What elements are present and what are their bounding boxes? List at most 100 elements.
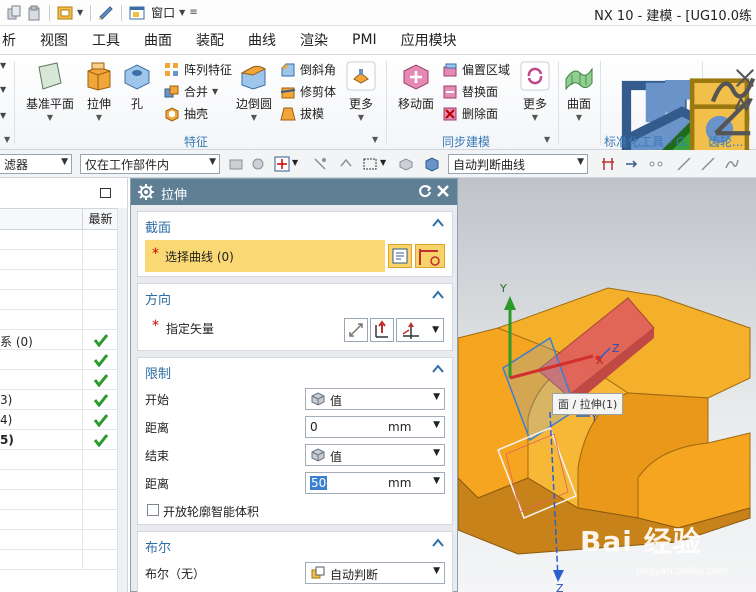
chevron-down-icon[interactable]: ▼ — [433, 420, 440, 430]
menu-pmi[interactable]: PMI — [340, 32, 389, 48]
table-row[interactable] — [0, 510, 118, 530]
unite-button[interactable]: 合并 ▼ — [164, 83, 218, 100]
select-by-name-icon[interactable] — [312, 156, 328, 172]
part-navigator-icon[interactable] — [57, 5, 73, 21]
menu-assembly[interactable]: 装配 — [184, 30, 236, 50]
navigator-scrollbar[interactable] — [117, 208, 127, 592]
close-icon[interactable] — [435, 183, 451, 199]
trim-body-button[interactable]: 修剪体 — [280, 83, 336, 100]
table-row[interactable] — [0, 470, 118, 490]
vector-type-dropdown[interactable]: ▼ — [396, 318, 444, 342]
select-curve-row[interactable]: * 选择曲线 (0) — [145, 240, 385, 272]
maximize-icon[interactable] — [100, 188, 111, 198]
delete-face-button[interactable]: 删除面 — [442, 105, 498, 122]
move-face-button[interactable]: 移动面 — [398, 61, 434, 112]
datum-plane-button[interactable]: 基准平面 ▼ — [26, 61, 74, 122]
start-type-dropdown[interactable]: 值 ▼ — [305, 388, 445, 410]
clipped-dropdown[interactable]: ▼ — [0, 61, 6, 70]
vector-dialog-button[interactable] — [370, 318, 394, 342]
chevron-down-icon[interactable]: ▼ — [292, 158, 308, 174]
more-sync-button[interactable]: 更多 ▼ — [520, 61, 550, 122]
section-title-direction[interactable]: 方向 — [145, 289, 171, 308]
window-icon[interactable] — [129, 5, 145, 21]
start-distance-input[interactable]: 0 mm ▼ — [305, 416, 445, 438]
collapse-icon[interactable] — [432, 538, 444, 548]
chain-icon[interactable] — [648, 156, 664, 172]
sketch-section-button[interactable] — [415, 244, 445, 268]
paste-icon[interactable] — [26, 5, 42, 21]
draft-button[interactable]: 拔模 — [280, 105, 324, 122]
table-row[interactable]: 3) — [0, 390, 118, 410]
group-expand-icon[interactable]: ▼ — [4, 135, 10, 144]
extrude-button[interactable]: 拉伸 ▼ — [84, 61, 114, 122]
gear-icon[interactable] — [138, 184, 154, 200]
gear-cross-icon[interactable] — [734, 67, 756, 89]
chevron-down-icon[interactable]: ▼ — [433, 476, 440, 486]
body-select-icon[interactable] — [424, 156, 440, 172]
line-tool-icon[interactable] — [676, 156, 692, 172]
stop-at-intersection-icon[interactable] — [600, 156, 616, 172]
column-latest[interactable]: 最新 — [82, 209, 118, 231]
snap-point-icon[interactable] — [274, 156, 290, 172]
chamfer-button[interactable]: 倒斜角 — [280, 61, 336, 78]
section-title-limits[interactable]: 限制 — [145, 363, 171, 382]
table-row[interactable] — [0, 530, 118, 550]
table-row[interactable] — [0, 450, 118, 470]
curve-rule-button[interactable] — [388, 244, 412, 268]
hole-button[interactable]: 孔 — [122, 61, 152, 112]
type-filter-combo[interactable]: 滤器 ▼ — [0, 154, 72, 174]
table-row[interactable] — [0, 290, 118, 310]
section-title-section[interactable]: 截面 — [145, 217, 171, 236]
copy-icon[interactable] — [6, 5, 22, 21]
group-expand-icon[interactable]: ▼ — [372, 135, 378, 144]
clipped-dropdown[interactable]: ▼ — [0, 85, 6, 94]
chevron-down-icon[interactable]: ▼ — [77, 8, 83, 17]
filter-gear-icon[interactable] — [250, 156, 266, 172]
menu-tools[interactable]: 工具 — [80, 30, 132, 50]
collapse-icon[interactable] — [432, 364, 444, 374]
end-distance-input[interactable]: 50 mm ▼ — [305, 472, 445, 494]
curve-rule-combo[interactable]: 自动判断曲线 ▼ — [448, 154, 588, 174]
table-row[interactable] — [0, 490, 118, 510]
table-row[interactable] — [0, 310, 118, 330]
collapse-icon[interactable] — [432, 218, 444, 228]
collapse-icon[interactable] — [432, 290, 444, 300]
clipped-dropdown[interactable]: ▼ — [0, 111, 6, 120]
pattern-feature-button[interactable]: 阵列特征 — [164, 61, 232, 78]
table-row[interactable]: 4) — [0, 410, 118, 430]
boolean-dropdown[interactable]: 自动判断 ▼ — [305, 562, 445, 584]
table-row[interactable] — [0, 270, 118, 290]
replace-face-button[interactable]: 替换面 — [442, 83, 498, 100]
offset-region-button[interactable]: 偏置区域 — [442, 61, 510, 78]
rectangle-select-icon[interactable] — [362, 156, 378, 172]
table-row[interactable]: 系 (0) — [0, 330, 118, 350]
lasso-icon[interactable] — [338, 156, 354, 172]
chevron-down-icon[interactable]: ▼ — [380, 158, 396, 174]
menu-applications[interactable]: 应用模块 — [389, 30, 469, 50]
edge-blend-button[interactable]: 边倒圆 ▼ — [236, 61, 272, 122]
more-features-button[interactable]: 更多 ▼ — [346, 61, 376, 122]
selection-scope-combo[interactable]: 仅在工作部件内 ▼ — [80, 154, 220, 174]
menu-view[interactable]: 视图 — [28, 30, 80, 50]
touch-mode-icon[interactable] — [98, 5, 114, 21]
table-row[interactable] — [0, 550, 118, 570]
end-type-dropdown[interactable]: 值 ▼ — [305, 444, 445, 466]
table-row[interactable] — [0, 250, 118, 270]
follow-fillet-icon[interactable] — [624, 156, 640, 172]
shell-button[interactable]: 抽壳 — [164, 105, 208, 122]
gear-tooth-icon[interactable] — [734, 93, 756, 115]
window-menu[interactable]: 窗口 — [151, 4, 175, 21]
assembly-filter-icon[interactable] — [228, 156, 244, 172]
open-profile-checkbox[interactable] — [147, 504, 159, 516]
menu-surface[interactable]: 曲面 — [132, 30, 184, 50]
menu-curve[interactable]: 曲线 — [236, 30, 288, 50]
table-row[interactable]: 5) — [0, 430, 118, 450]
table-row[interactable] — [0, 370, 118, 390]
section-title-boolean[interactable]: 布尔 — [145, 537, 171, 556]
table-row[interactable] — [0, 230, 118, 250]
spline-tool-icon[interactable] — [724, 156, 740, 172]
customize-toolbar-icon[interactable]: ≡ — [189, 7, 197, 18]
feature-select-icon[interactable] — [398, 156, 414, 172]
chevron-down-icon[interactable]: ▼ — [179, 8, 185, 17]
reverse-direction-button[interactable] — [344, 318, 368, 342]
